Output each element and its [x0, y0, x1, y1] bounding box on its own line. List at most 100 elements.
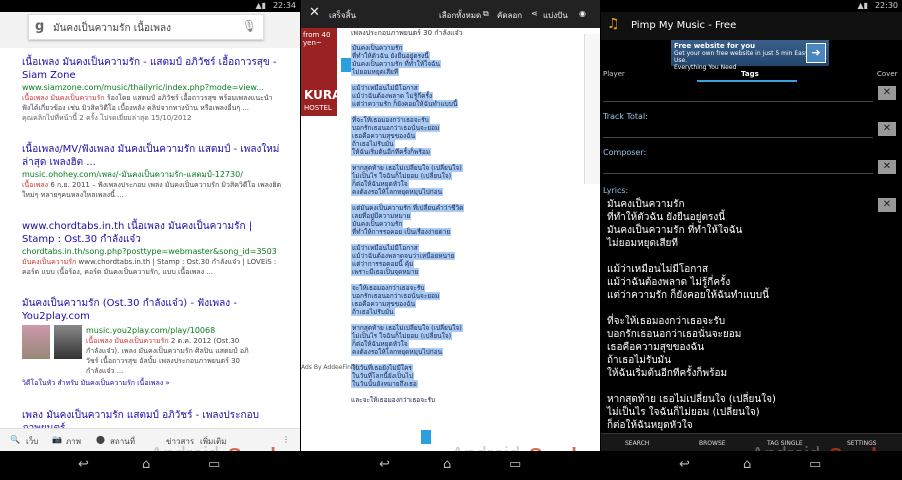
lyric-line: ให้ฉันเริ่มต้นอีกทีครั้งก็พร้อม [351, 148, 432, 156]
camera-icon[interactable]: 📷 [52, 435, 62, 444]
search-button[interactable]: SEARCH [625, 440, 649, 447]
lyric-line: ที่ทำให้ตัวฉัน ยังยืนอยู่ตรงนี้ [351, 52, 430, 60]
search-result[interactable]: มันคงเป็นความรัก (Ost.30 กำลังแจ๋ว) - ฟั… [22, 297, 282, 389]
tab-player[interactable]: Player [603, 70, 625, 78]
result-snippet: มันคงเป็นความรัก www.chordtabs.in.th | S… [22, 257, 282, 277]
lyric-line: บอกรักเธอนอกว่าเธอนั่นจะยอม [607, 329, 742, 340]
tool-places[interactable]: สถานที่ [110, 435, 135, 448]
lyric-line: แม้ว่าเหมือนไม่มีโอกาส [351, 244, 419, 252]
web-page: from 40 yen~ KURA HOSTEL เพลงประกอบภาพยน… [301, 28, 600, 451]
result-title[interactable]: เนื้อเพลง มันคงเป็นความรัก - แสตมป์ อภิว… [22, 56, 282, 82]
close-icon[interactable]: ✕ [309, 5, 320, 20]
lyric-line: บอกรักเธอนอกว่าเธอนั่นจะยอม [351, 124, 441, 132]
lyric-line: ไม่ยอมหยุดเสียที [351, 68, 400, 76]
composer-field[interactable] [603, 158, 873, 174]
lyric-line: ไม่เป็นไร ใจฉันก็ไม่ยอม (เปลี่ยนใจ) [607, 407, 760, 418]
result-highlight: เนื้อเพลง มันคงเป็นความรัก [86, 337, 169, 345]
back-icon[interactable]: ↩ [379, 457, 390, 472]
lyric-line: ก็ต่อให้ฉันหยุดหัวใจ [351, 340, 409, 348]
search-result[interactable]: www.chordtabs.in.th เนื้อเพลง มันคงเป็นค… [22, 220, 282, 277]
result-title[interactable]: มันคงเป็นความรัก (Ost.30 กำลังแจ๋ว) - ฟั… [22, 297, 282, 323]
stanza: จะให้เธอมองกว่าเธอจะรับ บอกรักเธอนอกว่าเ… [351, 284, 531, 316]
lyrics-field[interactable]: มันคงเป็นความรัก ที่ทำให้ตัวฉัน ยังยืนอย… [607, 198, 875, 445]
lyric-line: เธอคือความสุขของฉัน [351, 300, 417, 308]
stanza: แม้ว่าเหมือนไม่มีโอกาส แม้ว่าฉันต้องพลาด… [351, 244, 531, 276]
signal-icon: ▲▮ [255, 1, 266, 10]
ad-brand: KURA [304, 88, 342, 102]
search-result[interactable]: เนื้อเพลง/MV/ฟังเพลง มันคงเป็นความรัก แส… [22, 143, 282, 200]
tab-tags[interactable]: Tags [741, 70, 759, 78]
result-highlight: มันคงเป็นความรัก [22, 258, 77, 266]
lyric-line: ที่จะให้เธอมองกว่าเธอจะรับ [351, 116, 430, 124]
track-total-field[interactable] [603, 122, 873, 138]
ads-by-label: Ads By AddeeFinish [301, 364, 360, 371]
search-result[interactable]: เนื้อเพลง มันคงเป็นความรัก - แสตมป์ อภิว… [22, 56, 282, 123]
copy-button[interactable]: คัดลอก [497, 9, 522, 22]
action-bar: ✕ เสร็จสิ้น เลือกทั้งหมด ⧉ คัดลอก ⋖ แบ่ง… [301, 0, 600, 28]
done-button[interactable]: เสร็จสิ้น [329, 9, 356, 22]
google-icon: g [35, 19, 45, 34]
share-icon[interactable]: ⋖ [531, 9, 538, 18]
lyric-line: มันคงเป็นความรัก ที่ทำให้ใจฉัน [607, 225, 743, 236]
result-title[interactable]: www.chordtabs.in.th เนื้อเพลง มันคงเป็นค… [22, 220, 282, 246]
video-thumbnail[interactable] [22, 325, 50, 359]
lyric-line: แม้ว่าเหมือนไม่มีโอกาส [351, 84, 419, 92]
clear-icon[interactable]: ✕ [878, 86, 896, 100]
lyric-line: คงต้องรอให้โลกหยุดหมุนไปก่อน [351, 188, 444, 196]
copy-icon[interactable]: ⧉ [483, 9, 489, 19]
tool-images[interactable]: ภาพ [66, 435, 81, 448]
back-icon[interactable]: ↩ [78, 457, 89, 472]
selection-handle-start[interactable] [341, 58, 351, 72]
lyric-line: หากสุดท้าย เธอไม่เปลี่ยนใจ (เปลี่ยนใจ) [351, 164, 463, 172]
tool-web[interactable]: เว็บ [26, 435, 38, 448]
arrow-right-icon[interactable]: ➜ [806, 43, 826, 63]
nav-bar: ↩ ⌂ ▭ [301, 451, 600, 480]
stanza: หากสุดท้าย เธอไม่เปลี่ยนใจ (เปลี่ยนใจ) ไ… [351, 164, 531, 196]
stanza: ที่จะให้เธอมองกว่าเธอจะรับ บอกรักเธอนอกว… [351, 116, 531, 156]
pin-icon[interactable]: ⬤ [96, 435, 105, 444]
recents-icon[interactable]: ▭ [509, 457, 521, 472]
lyric-line: ถ้าเธอไม่รับมัน [351, 140, 395, 148]
home-icon[interactable]: ⌂ [443, 457, 451, 472]
lyric-line: ให้ฉันเริ่มต้นอีกทีครั้งก็พร้อม [607, 368, 728, 379]
clear-icon[interactable]: ✕ [878, 122, 896, 136]
clear-icon[interactable]: ✕ [878, 198, 896, 212]
lyric-line: ในวันนั้นยังหมายถึงเธอ [351, 380, 418, 388]
app-title: Pimp My Music - Free [631, 20, 737, 31]
overflow-icon[interactable]: ⋮ [282, 435, 290, 444]
selection-handle-end[interactable] [421, 430, 431, 444]
banner-ad[interactable]: Free website for you Get your own free w… [671, 40, 829, 71]
video-thumbnail[interactable] [54, 325, 82, 359]
search-icon[interactable]: 🔍 [10, 435, 20, 444]
tab-cover[interactable]: Cover [877, 70, 898, 78]
lyric-line: มันคงเป็นความรัก [351, 220, 404, 228]
lyric-line: ในวันที่เธอยังไม่มีใคร [351, 364, 413, 372]
lyric-line: ไม่เป็นไร ใจฉันก็ไม่ยอม (เปลี่ยนใจ) [351, 172, 453, 180]
lyric-line: จะให้เธอมองกว่าเธอจะรับ [351, 284, 426, 292]
tag-field[interactable] [603, 86, 873, 102]
lyric-line: ไม่ยอมหยุดเสียที [607, 238, 678, 249]
recents-icon[interactable]: ▭ [809, 457, 821, 472]
browse-button[interactable]: BROWSE [699, 440, 726, 447]
hostel-ad[interactable]: from 40 yen~ KURA HOSTEL [301, 28, 341, 116]
videos-link[interactable]: วิดีโอในหัว สำหรับ มันคงเป็นความรัก เนื้… [22, 378, 282, 389]
menu-icon[interactable]: ◉ [579, 9, 586, 18]
recents-icon[interactable]: ▭ [208, 457, 220, 472]
back-icon[interactable]: ↩ [679, 457, 690, 472]
home-icon[interactable]: ⌂ [142, 457, 150, 472]
select-all-button[interactable]: เลือกทั้งหมด [439, 9, 481, 22]
lyric-line: ก็ต่อให้ฉันหยุดหัวใจ [607, 420, 693, 431]
clear-icon[interactable]: ✕ [878, 160, 896, 174]
result-title[interactable]: เนื้อเพลง/MV/ฟังเพลง มันคงเป็นความรัก แส… [22, 143, 282, 169]
home-icon[interactable]: ⌂ [743, 457, 751, 472]
search-input[interactable]: g มันคงเป็นความรัก เนื้อเพลง 🎙 [28, 14, 264, 40]
ad-text: from 40 yen~ [303, 31, 331, 47]
share-button[interactable]: แบ่งปัน [543, 9, 568, 22]
selected-lyrics[interactable]: มันคงเป็นความรัก ที่ทำให้ตัวฉัน ยังยืนอย… [351, 44, 531, 412]
music-tagger-screen: ▲▮ 22:30 ♫ Pimp My Music - Free Free web… [601, 0, 902, 480]
side-ad[interactable] [584, 34, 600, 184]
result-url: music.you2play.com/play/10068 [86, 326, 216, 335]
google-search-screen: ▲▮ 22:34 g มันคงเป็นความรัก เนื้อเพลง 🎙 … [0, 0, 300, 480]
lyric-line: และจะให้เธอมองกว่าเธอจะรับ [351, 396, 436, 404]
mic-icon[interactable]: 🎙 [242, 19, 257, 33]
